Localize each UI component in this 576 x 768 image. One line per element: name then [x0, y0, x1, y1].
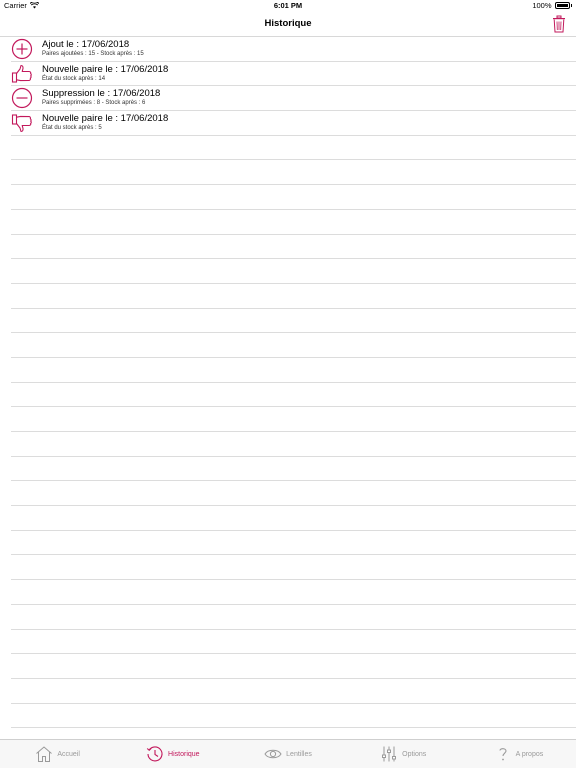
- tab-label: Options: [402, 750, 427, 758]
- history-icon: [146, 746, 163, 762]
- thumbs-down-icon: [11, 114, 32, 133]
- thumbs-up-icon: [11, 64, 32, 83]
- empty-row: [11, 309, 576, 334]
- tab-historique[interactable]: Historique: [115, 740, 230, 768]
- empty-row: [11, 457, 576, 482]
- empty-row: [11, 136, 576, 161]
- history-row-subtitle: Paires ajoutées : 15 - Stock après : 15: [42, 51, 144, 57]
- empty-row: [11, 555, 576, 581]
- tab-label: A propos: [515, 750, 544, 758]
- history-row-subtitle: État du stock après : 5: [42, 125, 102, 132]
- status-time: 6:01 PM: [273, 1, 303, 10]
- tab-label: Historique: [168, 750, 200, 758]
- empty-row: [11, 679, 576, 704]
- tab-a-propos[interactable]: A propos: [461, 740, 576, 768]
- status-bar: Carrier 6:01 PM 100%: [0, 0, 576, 12]
- history-row-new-pair[interactable]: Nouvelle paire le : 17/06/2018 État du s…: [11, 111, 576, 136]
- trash-icon[interactable]: [552, 15, 566, 33]
- empty-row: [11, 630, 576, 655]
- empty-row: [11, 358, 576, 383]
- empty-row: [11, 704, 576, 729]
- empty-row: [11, 605, 576, 630]
- eye-icon: [264, 749, 282, 759]
- history-list: Ajout le : 17/06/2018 Paires ajoutées : …: [0, 37, 576, 729]
- minus-circle-icon: [11, 88, 33, 109]
- tab-lentilles[interactable]: Lentilles: [230, 740, 345, 768]
- empty-row: [11, 654, 576, 679]
- tab-label: Lentilles: [286, 750, 312, 758]
- empty-rows: [0, 136, 576, 729]
- history-row-title: Nouvelle paire le : 17/06/2018: [42, 113, 169, 125]
- battery-percent: 100%: [532, 1, 552, 10]
- battery-tip: [570, 4, 572, 7]
- page-title: Historique: [264, 18, 312, 29]
- tab-bar: Accueil Historique Lentilles Options A p…: [0, 739, 576, 768]
- plus-circle-icon: [11, 38, 33, 60]
- tab-options[interactable]: Options: [346, 740, 461, 768]
- history-row-title: Suppression le : 17/06/2018: [42, 88, 161, 100]
- empty-row: [11, 481, 576, 507]
- empty-row: [11, 284, 576, 309]
- empty-row: [11, 333, 576, 358]
- history-row-removed[interactable]: Suppression le : 17/06/2018 Paires suppr…: [11, 86, 576, 112]
- empty-row: [11, 259, 576, 284]
- empty-row: [11, 383, 576, 408]
- nav-bar: Historique: [0, 12, 576, 37]
- empty-row: [11, 580, 576, 605]
- tab-label: Accueil: [57, 750, 80, 758]
- history-row-new-pair[interactable]: Nouvelle paire le : 17/06/2018 État du s…: [11, 62, 576, 87]
- battery-icon: [554, 2, 570, 9]
- sliders-icon: [382, 746, 397, 762]
- history-row-added[interactable]: Ajout le : 17/06/2018 Paires ajoutées : …: [11, 37, 576, 62]
- empty-row: [11, 407, 576, 432]
- empty-row: [11, 432, 576, 457]
- history-row-title: Nouvelle paire le : 17/06/2018: [42, 63, 169, 75]
- empty-row: [11, 506, 576, 531]
- empty-row: [11, 235, 576, 260]
- question-icon: [499, 748, 507, 761]
- empty-row: [11, 160, 576, 186]
- tab-accueil[interactable]: Accueil: [0, 740, 115, 768]
- empty-row: [11, 210, 576, 235]
- home-icon: [36, 746, 53, 762]
- empty-row: [11, 185, 576, 210]
- history-row-subtitle: Paires supprimées : 8 - Stock après : 6: [42, 100, 146, 107]
- status-right: 100%: [532, 1, 572, 10]
- history-row-title: Ajout le : 17/06/2018: [42, 39, 130, 50]
- history-row-subtitle: État du stock après : 14: [42, 75, 106, 82]
- empty-row: [11, 531, 576, 556]
